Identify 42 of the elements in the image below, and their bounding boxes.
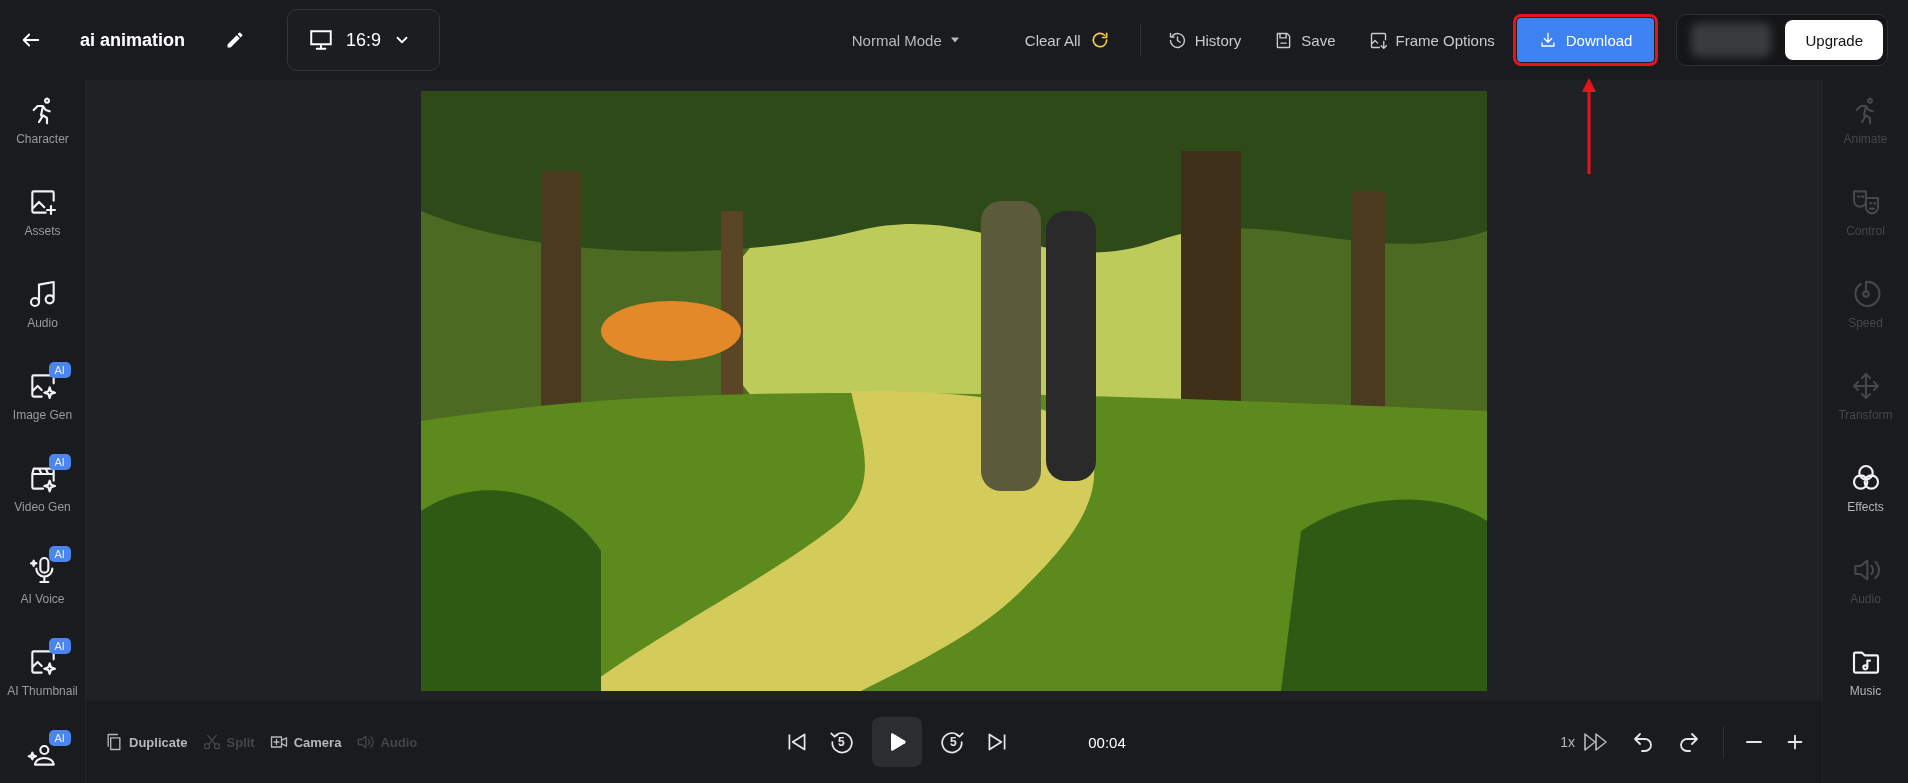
minus-icon xyxy=(1746,740,1762,744)
timeline-tool-button[interactable]: Duplicate xyxy=(104,732,188,752)
sidebar-tool[interactable]: Character xyxy=(0,84,85,176)
sidebar-tool[interactable]: Effects xyxy=(1823,452,1908,544)
monitor-icon xyxy=(308,27,335,53)
download-icon xyxy=(1538,31,1557,49)
undo-button[interactable] xyxy=(1631,730,1655,754)
zoom-out-button[interactable] xyxy=(1746,740,1762,744)
playback-time: 00:04 xyxy=(1088,733,1126,751)
scissors-icon xyxy=(201,732,222,752)
sidebar-tool[interactable]: AI AI Voice xyxy=(0,544,85,636)
clear-all-button[interactable]: Clear All xyxy=(1024,30,1110,50)
forward-arrow-icon xyxy=(940,729,967,755)
forward-button[interactable]: 5 xyxy=(940,729,967,755)
refresh-icon xyxy=(1089,30,1110,50)
aspect-ratio-dropdown[interactable]: 16:9 xyxy=(287,9,441,71)
ai-badge: AI xyxy=(48,454,71,470)
timeline-tool-button[interactable]: Camera xyxy=(268,732,342,752)
project-title: ai animation xyxy=(80,29,186,51)
ai-badge: AI xyxy=(48,730,71,746)
mode-dropdown[interactable]: Normal Mode xyxy=(851,31,961,49)
rewind-arrow-icon xyxy=(828,729,855,755)
play-button[interactable] xyxy=(872,717,923,767)
undo-icon xyxy=(1631,730,1655,754)
toolbar-button[interactable]: Save xyxy=(1273,29,1336,51)
sidebar-tool[interactable]: Audio xyxy=(0,268,85,360)
toolbar-button[interactable]: Frame Options xyxy=(1367,29,1495,51)
ai-badge: AI xyxy=(48,546,71,562)
redo-icon xyxy=(1677,730,1701,754)
redo-button[interactable] xyxy=(1677,730,1701,754)
speed-button[interactable]: 1x xyxy=(1560,731,1609,753)
sidebar-tool[interactable]: AI Image Gen xyxy=(0,360,85,452)
sidebar-tool[interactable]: AI AI Thumbnail xyxy=(0,636,85,728)
fast-forward-icon xyxy=(1583,731,1609,753)
rewind-button[interactable]: 5 xyxy=(828,729,855,755)
sidebar-tool[interactable]: Assets xyxy=(0,176,85,268)
ai-badge: AI xyxy=(48,362,71,378)
upgrade-button[interactable]: Upgrade xyxy=(1785,20,1883,60)
sidebar-tool[interactable]: Music xyxy=(1823,636,1908,728)
toolbar-button[interactable]: History xyxy=(1166,29,1242,51)
sidebar-tool[interactable]: AI Video Gen xyxy=(0,452,85,544)
ai-badge: AI xyxy=(48,638,71,654)
